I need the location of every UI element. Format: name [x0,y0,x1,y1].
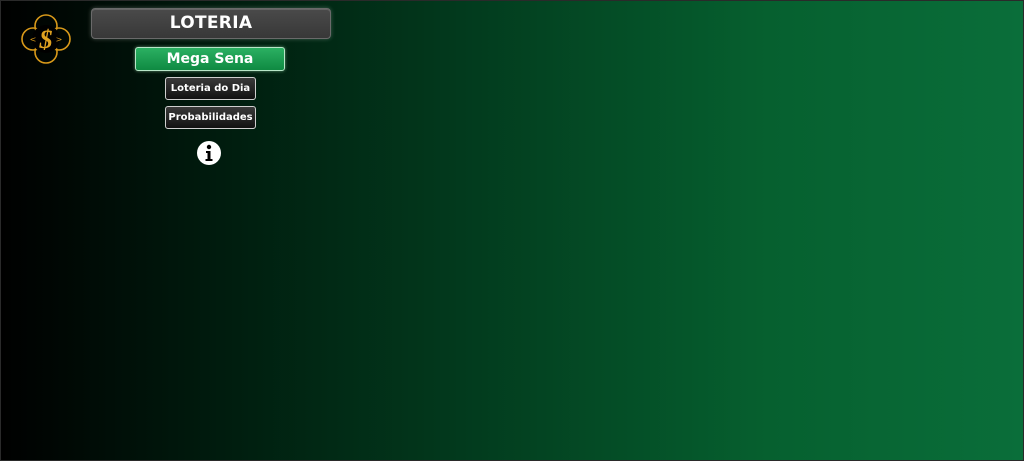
svg-text:>: > [56,35,63,44]
page-title: LOTERIA [91,8,331,39]
loteria-do-dia-button[interactable]: Loteria do Dia [165,77,256,100]
svg-text:$: $ [39,25,53,54]
info-icon[interactable] [196,140,222,166]
clover-dollar-icon: $ < > [18,12,74,66]
svg-text:<: < [30,35,37,44]
probabilidades-button[interactable]: Probabilidades [165,106,256,129]
mega-sena-button[interactable]: Mega Sena [135,47,285,71]
